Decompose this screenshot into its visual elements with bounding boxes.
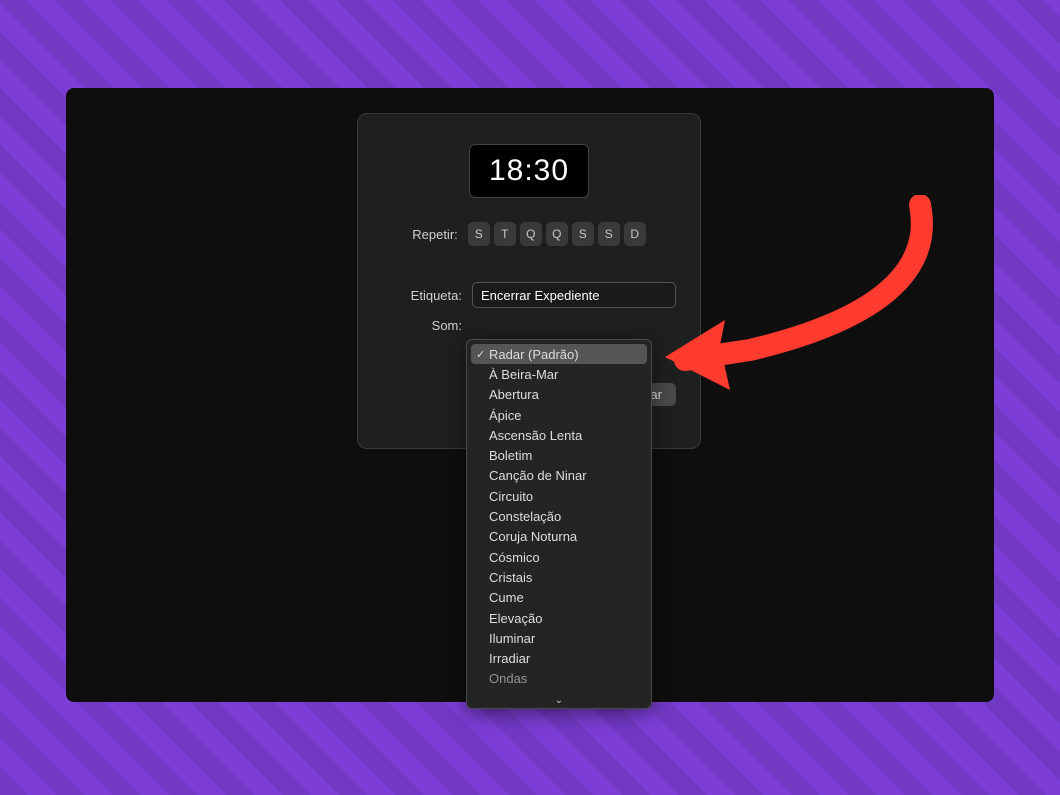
- sound-option-label: À Beira-Mar: [489, 367, 558, 382]
- sound-option-label: Elevação: [489, 611, 542, 626]
- sound-option-label: Cume: [489, 590, 524, 605]
- sound-option-label: Ondas: [489, 671, 527, 686]
- chevron-down-icon[interactable]: ⌄: [555, 695, 563, 706]
- sound-option-4[interactable]: Ascensão Lenta: [467, 425, 651, 445]
- sound-option-label: Coruja Noturna: [489, 529, 577, 544]
- sound-option-16[interactable]: Ondas: [467, 669, 651, 689]
- som-label: Som:: [382, 318, 462, 333]
- repeat-label: Repetir:: [412, 227, 458, 242]
- day-btn-3[interactable]: Q: [546, 222, 568, 246]
- sound-option-label: Canção de Ninar: [489, 468, 587, 483]
- day-buttons-group: S T Q Q S S D: [468, 222, 646, 246]
- day-btn-2[interactable]: Q: [520, 222, 542, 246]
- time-input[interactable]: 18:30: [469, 144, 589, 198]
- sound-option-label: Iluminar: [489, 631, 535, 646]
- sound-option-6[interactable]: Canção de Ninar: [467, 466, 651, 486]
- sound-option-1[interactable]: À Beira-Mar: [467, 364, 651, 384]
- sound-option-label: Ápice: [489, 408, 522, 423]
- sound-option-13[interactable]: Elevação: [467, 608, 651, 628]
- sound-option-label: Boletim: [489, 448, 532, 463]
- etiqueta-row: Etiqueta:: [382, 282, 676, 308]
- som-row: Som:: [382, 318, 676, 333]
- sound-option-8[interactable]: Constelação: [467, 506, 651, 526]
- etiqueta-label: Etiqueta:: [382, 288, 462, 303]
- day-btn-5[interactable]: S: [598, 222, 620, 246]
- sound-option-label: Cósmico: [489, 550, 540, 565]
- sound-option-5[interactable]: Boletim: [467, 445, 651, 465]
- sound-dropdown-menu[interactable]: ✓ Radar (Padrão) À Beira-Mar Abertura Áp…: [466, 339, 652, 709]
- sound-option-label: Abertura: [489, 387, 539, 402]
- sound-option-label: Radar (Padrão): [489, 347, 579, 362]
- sound-option-label: Ascensão Lenta: [489, 428, 582, 443]
- etiqueta-input[interactable]: [472, 282, 676, 308]
- day-btn-6[interactable]: D: [624, 222, 646, 246]
- repeat-row: Repetir: S T Q Q S S D: [382, 222, 676, 246]
- sound-option-label: Circuito: [489, 489, 533, 504]
- day-btn-0[interactable]: S: [468, 222, 490, 246]
- sound-option-2[interactable]: Abertura: [467, 385, 651, 405]
- sound-option-9[interactable]: Coruja Noturna: [467, 527, 651, 547]
- sound-option-11[interactable]: Cristais: [467, 567, 651, 587]
- sound-option-15[interactable]: Irradiar: [467, 648, 651, 668]
- sound-option-label: Constelação: [489, 509, 561, 524]
- sound-option-7[interactable]: Circuito: [467, 486, 651, 506]
- sound-option-0[interactable]: ✓ Radar (Padrão): [471, 344, 647, 364]
- day-btn-1[interactable]: T: [494, 222, 516, 246]
- sound-option-10[interactable]: Cósmico: [467, 547, 651, 567]
- checkmark-icon: ✓: [476, 348, 485, 361]
- sound-option-14[interactable]: Iluminar: [467, 628, 651, 648]
- sound-option-3[interactable]: Ápice: [467, 405, 651, 425]
- sound-option-label: Cristais: [489, 570, 532, 585]
- sound-option-label: Irradiar: [489, 651, 530, 666]
- day-btn-4[interactable]: S: [572, 222, 594, 246]
- sound-option-12[interactable]: Cume: [467, 588, 651, 608]
